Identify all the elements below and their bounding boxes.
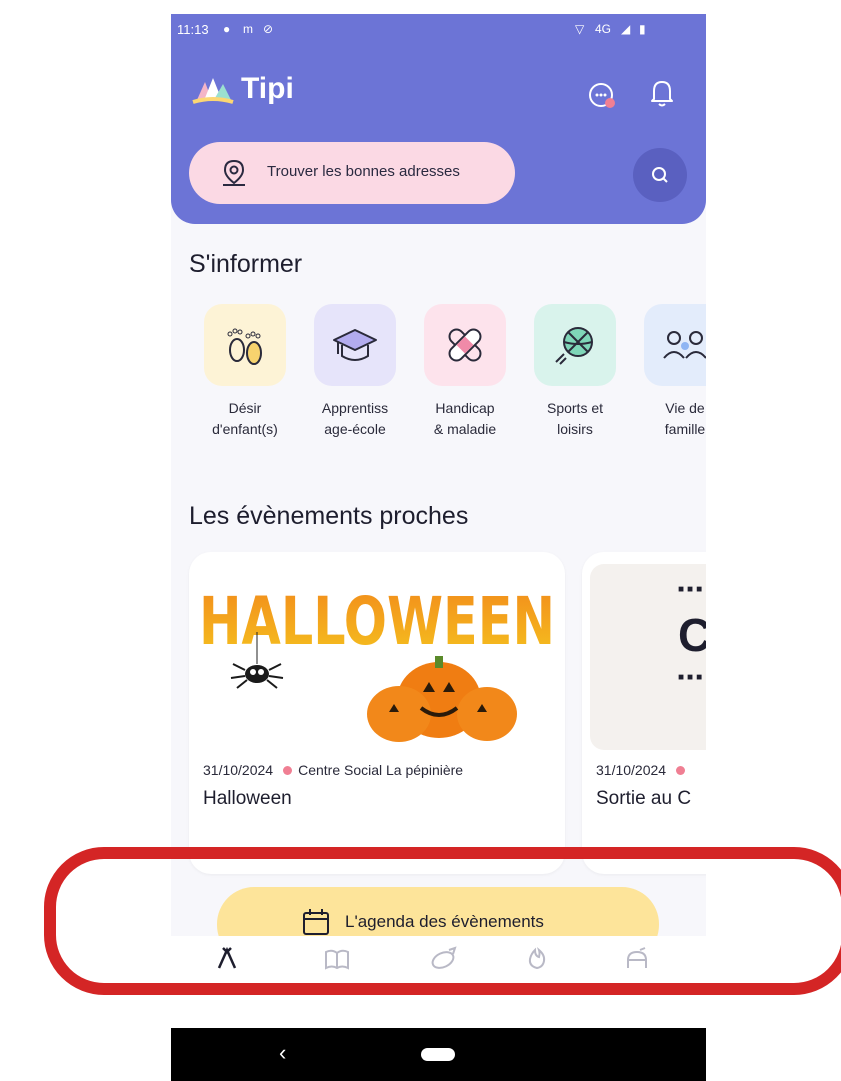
event-image: ■■■ C ■■■ [590, 564, 706, 750]
system-navigation-bar: ‹ [171, 1028, 706, 1081]
bandage-icon [448, 328, 482, 362]
find-addresses-label: Trouver les bonnes adresses [267, 163, 460, 180]
app-header: 11:13 ● m ⊘ ▽ 4G ◢ ▮ Tipi Trouver les bo… [171, 14, 706, 224]
ball-icon [555, 327, 593, 365]
status-time: 11:13 [177, 22, 209, 37]
signal-icon: ◢ [621, 22, 631, 36]
app-notification-icon: m [243, 22, 253, 36]
category-label: Handicap & maladie [433, 400, 497, 437]
dots-decoration: ■■■ [678, 672, 706, 683]
event-title: Halloween [203, 788, 292, 809]
check-circle-icon: ⊘ [263, 22, 274, 36]
bell-icon[interactable] [649, 78, 675, 108]
battery-icon: ▮ [639, 22, 646, 36]
halloween-text: HALLOWEEN [199, 583, 555, 660]
category-handicap[interactable]: Handicap & maladie [415, 304, 515, 440]
back-icon[interactable]: ‹ [279, 1040, 286, 1066]
search-button[interactable] [633, 148, 687, 202]
chat-bot-icon[interactable] [587, 80, 617, 110]
event-meta: 31/10/2024 Centre Social La pépinière [203, 762, 463, 778]
baby-feet-icon [227, 328, 262, 365]
event-date: 31/10/2024 [596, 762, 667, 778]
search-icon [652, 167, 668, 183]
app-title: Tipi [241, 72, 294, 105]
home-pill-icon[interactable] [421, 1048, 455, 1061]
location-dot-icon [676, 766, 686, 775]
events-section-title: Les évènements proches [189, 502, 469, 530]
event-place: Centre Social La pépinière [298, 762, 464, 778]
highlight-annotation [44, 847, 841, 995]
family-icon [663, 331, 706, 359]
category-label: Apprentiss age-école [321, 400, 389, 437]
category-sports-loisirs[interactable]: Sports et loisirs [525, 304, 625, 440]
wifi-icon: ▽ [575, 22, 585, 36]
halloween-image: HALLOWEEN [199, 583, 555, 742]
category-label: Désir d'enfant(s) [212, 400, 278, 437]
dots-decoration: ■■■ [678, 584, 706, 595]
find-addresses-button[interactable]: Trouver les bonnes adresses [189, 142, 515, 204]
event-image-letter: C [678, 609, 706, 661]
tipi-logo-icon [192, 78, 234, 104]
category-label: Sports et loisirs [546, 400, 604, 437]
event-card-halloween[interactable]: HALLOWEEN 31/10/2024 Centre Social La pép… [189, 552, 565, 874]
event-title: Sortie au C [596, 788, 692, 809]
category-apprentissage[interactable]: Apprentiss age-école [305, 304, 405, 440]
category-label: Vie de famille [664, 400, 706, 437]
category-desir-enfants[interactable]: Désir d'enfant(s) [195, 304, 295, 440]
map-pin-icon [223, 159, 245, 186]
event-date: 31/10/2024 [203, 762, 274, 778]
inform-section-title: S'informer [189, 250, 303, 278]
event-meta: 31/10/2024 [596, 762, 691, 778]
event-card-sortie[interactable]: ■■■ C ■■■ 31/10/2024 Sortie au C [582, 552, 706, 874]
location-dot-icon [283, 766, 293, 775]
network-label: 4G [595, 22, 612, 36]
category-vie-de-famille[interactable]: Vie de famille [635, 304, 706, 440]
graduation-cap-icon [333, 329, 377, 361]
chat-notification-icon: ● [223, 22, 231, 36]
